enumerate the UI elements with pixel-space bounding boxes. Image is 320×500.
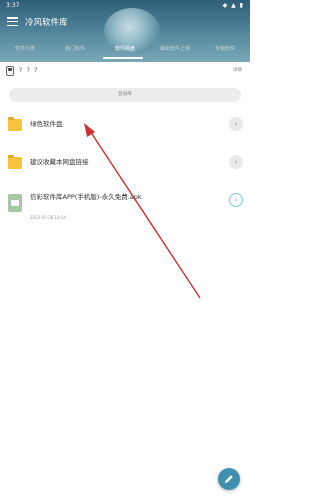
menu-icon[interactable]: [7, 17, 18, 27]
item-date: 2023-07-26 14:54: [30, 215, 67, 220]
profile-row: ? ? ? 详情: [0, 62, 250, 82]
list-item-bookmark-link[interactable]: 建议收藏本网盘链接 ›: [0, 148, 250, 188]
status-time: 3:37: [6, 2, 20, 9]
edit-icon: [225, 475, 233, 483]
tab-bar: 软件分类 热门软件 软件网盘 最新软件上架 专题软件: [0, 42, 250, 56]
tab-software-category[interactable]: 软件分类: [0, 42, 50, 56]
detail-link[interactable]: 详情: [233, 67, 242, 73]
tab-latest-software[interactable]: 最新软件上架: [150, 42, 200, 56]
list-item-green-software[interactable]: 绿色软件盘 ›: [0, 110, 250, 150]
username: ? ? ?: [19, 66, 39, 74]
tab-software-netdisk[interactable]: 软件网盘: [100, 42, 150, 56]
apk-file-icon: [8, 194, 22, 212]
item-label: 绿色软件盘: [30, 120, 63, 128]
app-bar: 冷风软件库: [0, 10, 250, 34]
download-icon[interactable]: ↓: [229, 193, 243, 207]
folder-icon: [8, 117, 22, 131]
list-item-apk[interactable]: 信彩软件库APP(手机版)-永久免费.apk 2023-07-26 14:54 …: [0, 188, 250, 224]
folder-icon: [8, 155, 22, 169]
status-bar: 3:37 ◆ ▲ ▮: [0, 0, 250, 10]
tab-hot-software[interactable]: 热门软件: [50, 42, 100, 56]
login-button[interactable]: 登录库: [9, 88, 241, 102]
edit-fab-button[interactable]: [218, 468, 240, 490]
chevron-right-icon[interactable]: ›: [229, 117, 243, 131]
status-icons: ◆ ▲ ▮: [222, 2, 244, 9]
item-label: 建议收藏本网盘链接: [30, 158, 89, 166]
header-banner: 3:37 ◆ ▲ ▮ 冷风软件库 软件分类 热门软件 软件网盘 最新软件上架 专…: [0, 0, 250, 62]
tab-topic-software[interactable]: 专题软件: [200, 42, 250, 56]
item-label: 信彩软件库APP(手机版)-永久免费.apk: [30, 193, 142, 201]
app-title: 冷风软件库: [25, 18, 68, 28]
avatar: [6, 66, 14, 76]
chevron-right-icon[interactable]: ›: [229, 155, 243, 169]
tab-indicator: [103, 57, 143, 59]
